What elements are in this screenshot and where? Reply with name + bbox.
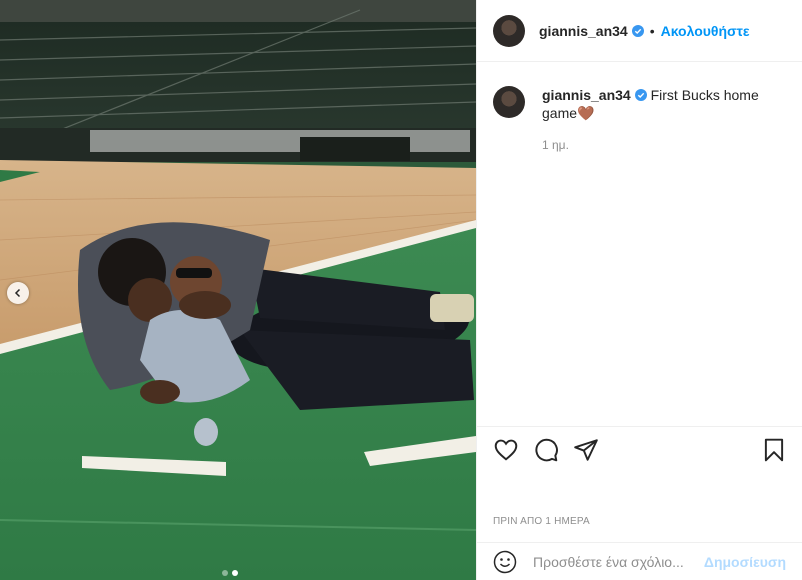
caption-body: giannis_an34 First Bucks home game🤎 1 ημ… [542, 86, 774, 154]
comment-icon[interactable] [533, 437, 559, 463]
post-side-panel: giannis_an34 • Ακολουθήστε giannis_an34 … [476, 0, 802, 580]
smiley-icon[interactable] [493, 550, 517, 574]
photo-illustration [0, 0, 476, 580]
chevron-left-icon [14, 288, 21, 298]
caption-relative-time[interactable]: 1 ημ. [542, 136, 774, 154]
verified-badge-icon [631, 24, 644, 37]
follow-button[interactable]: Ακολουθήστε [661, 23, 750, 39]
post-caption: giannis_an34 First Bucks home game🤎 1 ημ… [477, 62, 802, 154]
carousel-indicator [222, 570, 238, 576]
bookmark-icon[interactable] [761, 437, 787, 463]
action-bar [477, 426, 802, 487]
separator-dot: • [649, 22, 655, 39]
comment-input[interactable] [531, 552, 703, 571]
paper-plane-icon[interactable] [573, 437, 599, 463]
avatar[interactable] [493, 14, 525, 47]
carousel-dot [222, 570, 228, 576]
heart-icon[interactable] [493, 437, 519, 463]
previous-slide-button[interactable] [7, 282, 29, 304]
post-header: giannis_an34 • Ακολουθήστε [477, 0, 802, 62]
post-photo[interactable] [0, 0, 476, 580]
caption-emoji: 🤎 [577, 105, 595, 121]
post-viewer: giannis_an34 • Ακολουθήστε giannis_an34 … [0, 0, 802, 580]
verified-badge-icon [634, 89, 647, 101]
caption-username-link[interactable]: giannis_an34 [542, 87, 631, 103]
comment-form: Δημοσίευση [477, 542, 802, 580]
post-timestamp[interactable]: ΠΡΙΝ ΑΠΟ 1 ΗΜΕΡΑ [493, 516, 590, 527]
caption-avatar[interactable] [493, 86, 525, 118]
carousel-dot-active [232, 570, 238, 576]
username-link[interactable]: giannis_an34 [539, 23, 628, 39]
post-comment-button[interactable]: Δημοσίευση [704, 554, 786, 570]
